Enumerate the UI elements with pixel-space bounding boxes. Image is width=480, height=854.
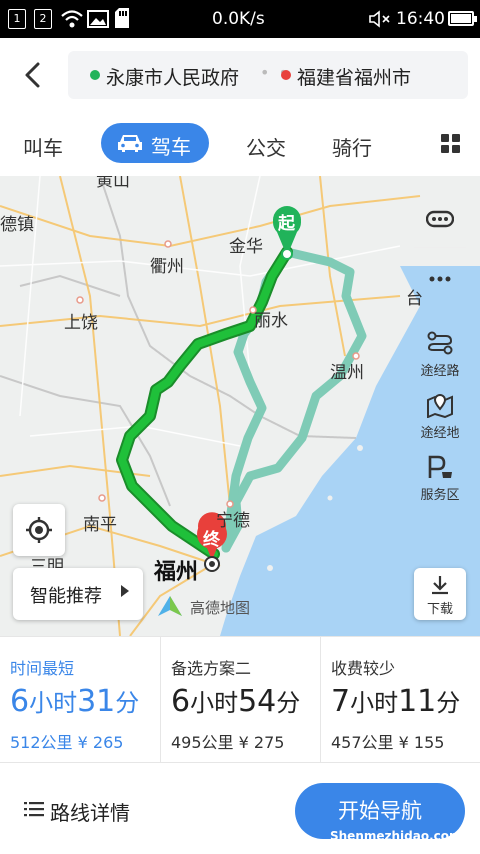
city-label-huangshan: 黄山 [96,176,130,191]
route-option-meta: 512公里 ¥ 265 [10,733,124,752]
route-option-meta: 495公里 ¥ 275 [171,733,285,752]
triangle-right-icon [121,585,129,597]
city-label-fuzhou: 福州 [154,560,199,585]
route-option-alt2[interactable]: 备选方案二 6小时54分 495公里 ¥ 275 [160,637,320,763]
traffic-toggle-icon [426,210,454,228]
route-details-label: 路线详情 [50,801,130,825]
city-label-shangrao: 上饶 [64,313,98,333]
image-icon [87,10,109,28]
download-label: 下载 [426,602,453,617]
city-label-ningde: 宁德 [216,511,250,531]
route-options: 时间最短 6小时31分 512公里 ¥ 265 备选方案二 6小时54分 495… [0,636,480,763]
route-endpoints-box[interactable]: 永康市人民政府 • • • 福建省福州市 [68,51,468,99]
download-icon [432,576,448,595]
mute-icon [369,10,390,28]
waypoint-place-icon [427,393,453,418]
route-option-duration: 6小时54分 [171,684,301,719]
waypoint-route-label: 途经路 [420,364,460,379]
locate-button[interactable] [13,504,65,556]
service-area-button[interactable]: 服务区 [414,448,466,506]
bottom-bar: 路线详情 开始导航 Shenmezhidao.com [0,762,480,854]
clock: 16:40 [396,9,445,29]
car-icon [118,135,142,152]
origin-dot-icon [90,70,100,80]
status-bar: 1 2 0.0K/s 16:40 [0,0,480,38]
destination-dot-icon [281,70,291,80]
traffic-toggle-button[interactable] [414,190,466,248]
transport-mode-tabs: 叫车 驾车 公交 骑行 [0,112,480,176]
route-option-fastest[interactable]: 时间最短 6小时31分 512公里 ¥ 265 [0,637,160,763]
city-label-jinhua: 金华 [229,237,263,257]
map-view[interactable]: 起 终 金华 衢州 上饶 丽水 温州 南平 宁德 福州 德镇 台 三明 黄山 途… [0,176,480,636]
smart-recommend-label: 智能推荐 [30,586,102,607]
city-label-nanping: 南平 [83,515,117,535]
route-option-low-toll[interactable]: 收费较少 7小时11分 457公里 ¥ 155 [320,637,480,763]
service-area-label: 服务区 [420,488,460,503]
wifi-icon [61,10,83,28]
amap-logo-icon [158,596,182,616]
tab-bike[interactable]: 骑行 [332,132,372,161]
sim2-icon: 2 [34,9,52,29]
tab-drive[interactable]: 驾车 [101,123,209,163]
sdcard-icon [115,8,129,28]
tab-taxi[interactable]: 叫车 [23,132,63,161]
amap-logo-text: 高德地图 [190,599,251,617]
more-icon [429,276,451,282]
more-button[interactable] [414,248,466,308]
watermark: Shenmezhidao.com [330,829,462,843]
waypoint-route-icon [427,331,453,355]
city-label-quzhou: 衢州 [150,257,184,277]
app-root: 1 2 0.0K/s 16:40 永康市人民政府 • • 福建省福州市 叫车 驾… [0,0,480,854]
city-label-wenzhou: 温州 [330,363,364,383]
list-icon [24,802,44,817]
chevron-left-icon [25,62,40,88]
smart-recommend-button[interactable]: 智能推荐 [13,568,143,620]
locate-icon [26,517,52,543]
back-button[interactable] [18,58,48,92]
route-option-duration: 6小时31分 [10,684,140,719]
origin-label[interactable]: 永康市人民政府 [106,63,239,90]
route-option-meta: 457公里 ¥ 155 [331,733,445,752]
city-label-dezhen: 德镇 [0,215,34,235]
offline-download-button[interactable]: 下载 [414,568,466,620]
route-header: 永康市人民政府 • • • 福建省福州市 [0,38,480,112]
city-label-lishui: 丽水 [254,311,288,331]
network-speed: 0.0K/s [212,9,265,29]
waypoint-place-label: 途经地 [420,426,460,441]
more-modes-grid-icon[interactable] [441,134,461,154]
battery-icon [448,11,477,26]
tab-drive-label: 驾车 [151,135,191,159]
route-option-tag: 收费较少 [331,659,396,678]
sim1-icon: 1 [8,9,26,29]
service-area-icon [428,455,452,478]
route-option-tag: 时间最短 [10,659,75,678]
tab-bus[interactable]: 公交 [246,132,286,161]
waypoint-place-button[interactable]: 途经地 [414,386,466,444]
route-option-duration: 7小时11分 [331,684,461,719]
waypoint-route-button[interactable]: 途经路 [414,324,466,382]
destination-label[interactable]: 福建省福州市 [297,63,411,90]
start-marker-label[interactable]: 起 [278,209,295,234]
route-option-tag: 备选方案二 [171,659,252,678]
